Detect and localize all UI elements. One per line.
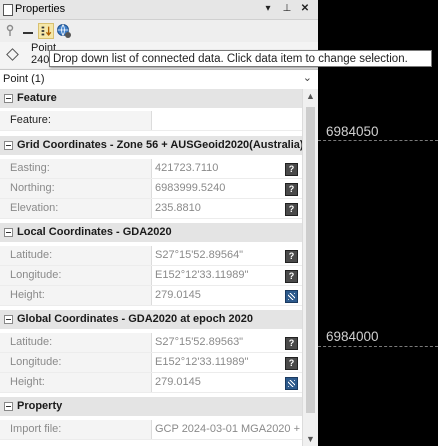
point-icon bbox=[6, 48, 19, 61]
document-icon bbox=[3, 4, 13, 16]
category-title: Grid Coordinates - Zone 56 + AUSGeoid202… bbox=[17, 139, 302, 151]
property-label: Latitude: bbox=[0, 246, 152, 265]
property-label: Longitude: bbox=[0, 266, 152, 285]
panel-menu-button[interactable]: ▾ bbox=[262, 3, 274, 14]
property-row-elevation[interactable]: Elevation: 235.8810 ? bbox=[0, 199, 302, 219]
category-local-coordinates[interactable]: Local Coordinates - GDA2020 bbox=[0, 223, 302, 242]
property-value: 421723.7110 bbox=[155, 162, 219, 174]
property-grid: Feature Feature: Grid Coordinates - Zone… bbox=[0, 89, 302, 446]
tooltip: Drop down list of connected data. Click … bbox=[49, 50, 432, 67]
scroll-down-arrow-icon[interactable]: ▼ bbox=[306, 434, 315, 444]
property-value: 279.0145 bbox=[155, 376, 201, 388]
help-icon[interactable]: ? bbox=[285, 203, 298, 216]
property-value: 235.8810 bbox=[155, 202, 201, 214]
category-global-coordinates[interactable]: Global Coordinates - GDA2020 at epoch 20… bbox=[0, 310, 302, 329]
grid-line bbox=[318, 140, 438, 142]
category-title: Property bbox=[17, 400, 63, 412]
property-value: 6983999.5240 bbox=[155, 182, 226, 194]
category-title: Feature bbox=[17, 92, 57, 104]
property-row-easting[interactable]: Easting: 421723.7110 ? bbox=[0, 159, 302, 179]
collapse-icon[interactable] bbox=[20, 23, 36, 39]
property-label: Longitude: bbox=[0, 353, 152, 372]
property-value: E152°12'33.11989" bbox=[155, 356, 249, 368]
globe-settings-icon[interactable] bbox=[56, 23, 72, 39]
help-icon[interactable]: ? bbox=[285, 250, 298, 263]
category-grid-coordinates[interactable]: Grid Coordinates - Zone 56 + AUSGeoid202… bbox=[0, 136, 302, 155]
property-label: Easting: bbox=[0, 159, 152, 178]
category-property[interactable]: Property bbox=[0, 397, 302, 416]
geoid-model-icon[interactable] bbox=[285, 377, 298, 390]
property-row-northing[interactable]: Northing: 6983999.5240 ? bbox=[0, 179, 302, 199]
help-icon[interactable]: ? bbox=[285, 183, 298, 196]
collapse-toggle-icon[interactable] bbox=[4, 141, 13, 150]
pushpin-icon[interactable] bbox=[2, 23, 18, 39]
sort-icon[interactable] bbox=[38, 23, 54, 39]
property-label: Latitude: bbox=[0, 333, 152, 352]
property-row-latitude[interactable]: Latitude: S27°15'52.89563" ? bbox=[0, 333, 302, 353]
collapse-toggle-icon[interactable] bbox=[4, 315, 13, 324]
property-value: GCP 2024-03-01 MGA2020 + bbox=[155, 423, 301, 435]
property-value: E152°12'33.11989" bbox=[155, 269, 249, 281]
category-title: Global Coordinates - GDA2020 at epoch 20… bbox=[17, 313, 253, 325]
property-row-feature[interactable]: Feature: bbox=[0, 111, 302, 131]
property-label: Northing: bbox=[0, 179, 152, 198]
property-value: 279.0145 bbox=[155, 289, 201, 301]
scroll-up-arrow-icon[interactable]: ▲ bbox=[306, 91, 315, 101]
pin-icon[interactable]: ⊥ bbox=[281, 3, 293, 14]
category-title: Local Coordinates - GDA2020 bbox=[17, 226, 172, 238]
geoid-model-icon[interactable] bbox=[285, 290, 298, 303]
help-icon[interactable]: ? bbox=[285, 163, 298, 176]
property-label: Height: bbox=[0, 286, 152, 305]
northing-grid-label: 6984050 bbox=[326, 124, 379, 139]
property-label: Elevation: bbox=[0, 199, 152, 218]
property-row-longitude[interactable]: Longitude: E152°12'33.11989" ? bbox=[0, 266, 302, 286]
grid-line bbox=[318, 346, 438, 348]
property-row-height[interactable]: Height: 279.0145 bbox=[0, 373, 302, 393]
close-button[interactable]: ✕ bbox=[299, 3, 311, 14]
collapse-toggle-icon[interactable] bbox=[4, 94, 13, 103]
collapse-toggle-icon[interactable] bbox=[4, 228, 13, 237]
scrollbar-thumb[interactable] bbox=[306, 107, 315, 413]
panel-title: Properties bbox=[15, 3, 66, 15]
northing-grid-label: 6984000 bbox=[326, 329, 379, 344]
dropdown-value: Point (1) bbox=[3, 73, 45, 85]
chevron-down-icon[interactable]: ⌄ bbox=[303, 71, 312, 84]
property-value: S27°15'52.89563" bbox=[155, 336, 244, 348]
property-label: Height: bbox=[0, 373, 152, 392]
category-feature[interactable]: Feature bbox=[0, 89, 302, 108]
property-row-latitude[interactable]: Latitude: S27°15'52.89564" ? bbox=[0, 246, 302, 266]
property-row-longitude[interactable]: Longitude: E152°12'33.11989" ? bbox=[0, 353, 302, 373]
panel-toolbar bbox=[0, 20, 318, 42]
help-icon[interactable]: ? bbox=[285, 337, 298, 350]
vertical-scrollbar[interactable]: ▲ ▼ bbox=[302, 89, 318, 446]
connected-data-dropdown[interactable]: Point (1) ⌄ bbox=[0, 69, 318, 90]
property-label: Feature: bbox=[0, 111, 152, 130]
property-value: S27°15'52.89564" bbox=[155, 249, 244, 261]
collapse-toggle-icon[interactable] bbox=[4, 402, 13, 411]
help-icon[interactable]: ? bbox=[285, 357, 298, 370]
property-label: Import file: bbox=[0, 420, 152, 439]
property-row-height[interactable]: Height: 279.0145 bbox=[0, 286, 302, 306]
panel-titlebar: Properties ▾ ⊥ ✕ bbox=[0, 0, 318, 20]
help-icon[interactable]: ? bbox=[285, 270, 298, 283]
property-row-import-file[interactable]: Import file: GCP 2024-03-01 MGA2020 + bbox=[0, 420, 302, 440]
